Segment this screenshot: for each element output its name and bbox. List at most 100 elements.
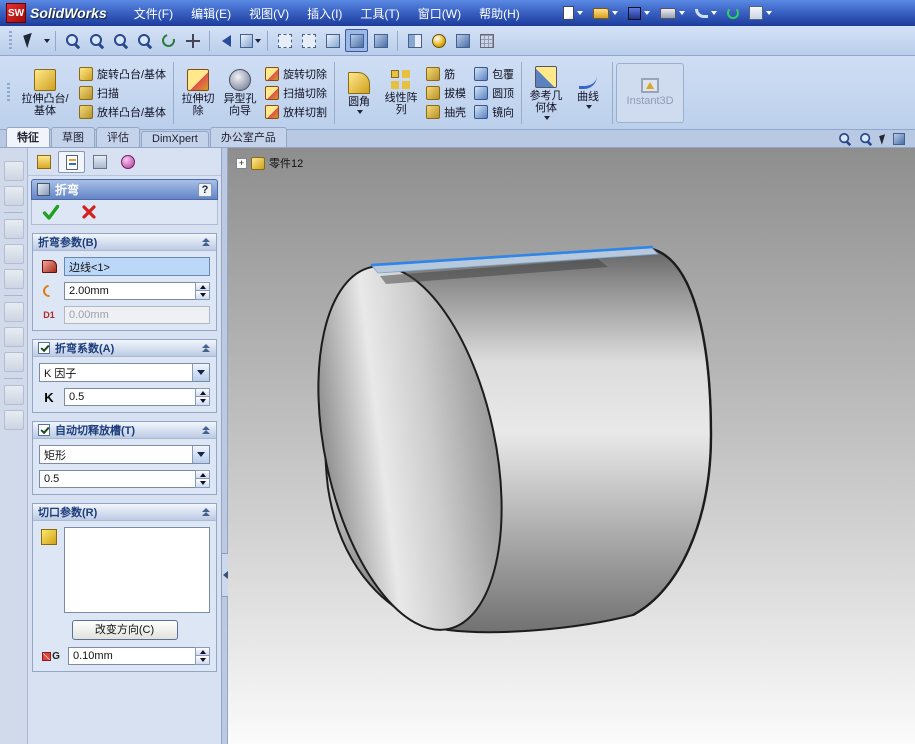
display-style-icon[interactable] (893, 133, 905, 145)
hidden-lines-removed-button[interactable] (321, 29, 344, 52)
dropdown-arrow-icon[interactable] (192, 364, 209, 381)
loft-cut-button[interactable]: 放样切割 (261, 103, 331, 121)
spinner-up-icon[interactable] (195, 388, 210, 397)
configurationmanager-tab[interactable] (86, 151, 113, 173)
mirror-button[interactable]: 镜向 (470, 103, 518, 121)
toolbar-grip[interactable] (7, 82, 10, 103)
new-document-button[interactable] (559, 2, 587, 24)
left-toolbar-icon-5[interactable] (3, 269, 24, 289)
wireframe-button[interactable] (273, 29, 296, 52)
dome-button[interactable]: 圆顶 (470, 84, 518, 102)
rotate-view-button[interactable] (157, 29, 180, 52)
reference-geometry-button[interactable]: 参考几何体 (525, 60, 567, 126)
view-orientation-button[interactable] (239, 29, 262, 52)
shadows-button[interactable] (451, 29, 474, 52)
instant3d-button[interactable]: Instant3D (616, 62, 685, 123)
bend-radius-field[interactable]: 2.00mm (64, 282, 195, 300)
extrude-cut-button[interactable]: 拉伸切除 (177, 60, 219, 126)
spinner-up-icon[interactable] (195, 282, 210, 291)
graphics-viewport[interactable]: + 零件12 (228, 148, 915, 744)
menu-insert[interactable]: 插入(I) (298, 2, 351, 25)
zoom-in-icon[interactable] (838, 132, 852, 146)
left-toolbar-icon-4[interactable] (3, 244, 24, 264)
relief-ratio-field[interactable]: 0.5 (39, 470, 195, 488)
bend-parameters-header[interactable]: 折弯参数(B) (33, 234, 216, 251)
help-button[interactable]: ? (198, 182, 212, 197)
tab-features[interactable]: 特征 (6, 127, 50, 147)
sweep-button[interactable]: 扫描 (75, 84, 170, 102)
menu-file[interactable]: 文件(F) (125, 2, 182, 25)
featuremanager-tab[interactable] (30, 151, 57, 173)
shaded-with-edges-button[interactable] (345, 29, 368, 52)
auto-relief-checkbox[interactable] (38, 424, 50, 436)
previous-view-button[interactable] (215, 29, 238, 52)
rip-gap-field[interactable]: 0.10mm (68, 647, 195, 665)
ok-button[interactable] (40, 202, 62, 222)
toolbar-grip[interactable] (9, 30, 12, 51)
wrap-button[interactable]: 包覆 (470, 65, 518, 83)
curves-button[interactable]: 曲线 (567, 60, 609, 126)
spinner-down-icon[interactable] (195, 656, 210, 665)
spinner-down-icon[interactable] (195, 291, 210, 300)
zoom-area-button[interactable] (85, 29, 108, 52)
sweep-cut-button[interactable]: 扫描切除 (261, 84, 331, 102)
spinner-down-icon[interactable] (195, 397, 210, 406)
loft-button[interactable]: 放样凸台/基体 (75, 103, 170, 121)
left-toolbar-icon-6[interactable] (3, 302, 24, 322)
zoom-selection-button[interactable] (133, 29, 156, 52)
rip-edges-listbox[interactable] (64, 527, 210, 613)
draft-button[interactable]: 拔模 (422, 84, 470, 102)
undo-button[interactable] (691, 2, 721, 24)
menu-edit[interactable]: 编辑(E) (182, 2, 240, 25)
tab-evaluate[interactable]: 评估 (96, 127, 140, 147)
spinner-up-icon[interactable] (195, 470, 210, 479)
select-tool-button[interactable] (18, 29, 41, 52)
revolve-cut-button[interactable]: 旋转切除 (261, 65, 331, 83)
edge-selection-field[interactable]: 边线<1> (64, 257, 210, 276)
relief-type-dropdown[interactable]: 矩形 (39, 445, 210, 464)
menu-tools[interactable]: 工具(T) (351, 2, 408, 25)
rebuild-button[interactable] (723, 2, 743, 24)
dimxpertmanager-tab[interactable] (114, 151, 141, 173)
left-toolbar-icon-3[interactable] (3, 219, 24, 239)
left-toolbar-icon-10[interactable] (3, 410, 24, 430)
linear-pattern-button[interactable]: 线性阵列 (380, 60, 422, 126)
fillet-button[interactable]: 圆角 (338, 60, 380, 126)
bend-allowance-header[interactable]: 折弯系数(A) (33, 340, 216, 357)
left-toolbar-icon-1[interactable] (3, 161, 24, 181)
model-view[interactable] (228, 148, 915, 744)
zoom-window-icon[interactable] (859, 132, 873, 146)
revolve-boss-button[interactable]: 旋转凸台/基体 (75, 65, 170, 83)
rip-parameters-header[interactable]: 切口参数(R) (33, 504, 216, 521)
propertymanager-tab[interactable] (58, 151, 85, 173)
menu-view[interactable]: 视图(V) (240, 2, 298, 25)
change-direction-button[interactable]: 改变方向(C) (71, 620, 178, 640)
dropdown-arrow-icon[interactable] (192, 446, 209, 463)
left-toolbar-icon-2[interactable] (3, 186, 24, 206)
left-toolbar-icon-8[interactable] (3, 352, 24, 372)
spinner-down-icon[interactable] (195, 479, 210, 488)
bend-allowance-checkbox[interactable] (38, 342, 50, 354)
shaded-button[interactable] (369, 29, 392, 52)
menu-help[interactable]: 帮助(H) (470, 2, 529, 25)
hidden-lines-visible-button[interactable] (297, 29, 320, 52)
extrude-boss-button[interactable]: 拉伸凸台/基体 (15, 60, 75, 126)
options-button[interactable] (745, 2, 776, 24)
bend-allowance-type-dropdown[interactable]: K 因子 (39, 363, 210, 382)
select-icon[interactable] (879, 133, 888, 145)
menu-window[interactable]: 窗口(W) (409, 2, 470, 25)
k-factor-field[interactable]: 0.5 (64, 388, 195, 406)
zoom-in-out-button[interactable] (109, 29, 132, 52)
hole-wizard-button[interactable]: 异型孔向导 (219, 60, 261, 126)
left-toolbar-icon-9[interactable] (3, 385, 24, 405)
print-button[interactable] (656, 2, 689, 24)
auto-relief-header[interactable]: 自动切释放槽(T) (33, 422, 216, 439)
pan-button[interactable] (181, 29, 204, 52)
zoom-fit-button[interactable] (61, 29, 84, 52)
cancel-button[interactable] (78, 202, 100, 222)
grid-button[interactable] (475, 29, 498, 52)
shell-button[interactable]: 抽壳 (422, 103, 470, 121)
realview-button[interactable] (427, 29, 450, 52)
open-button[interactable] (589, 2, 622, 24)
section-view-button[interactable] (403, 29, 426, 52)
